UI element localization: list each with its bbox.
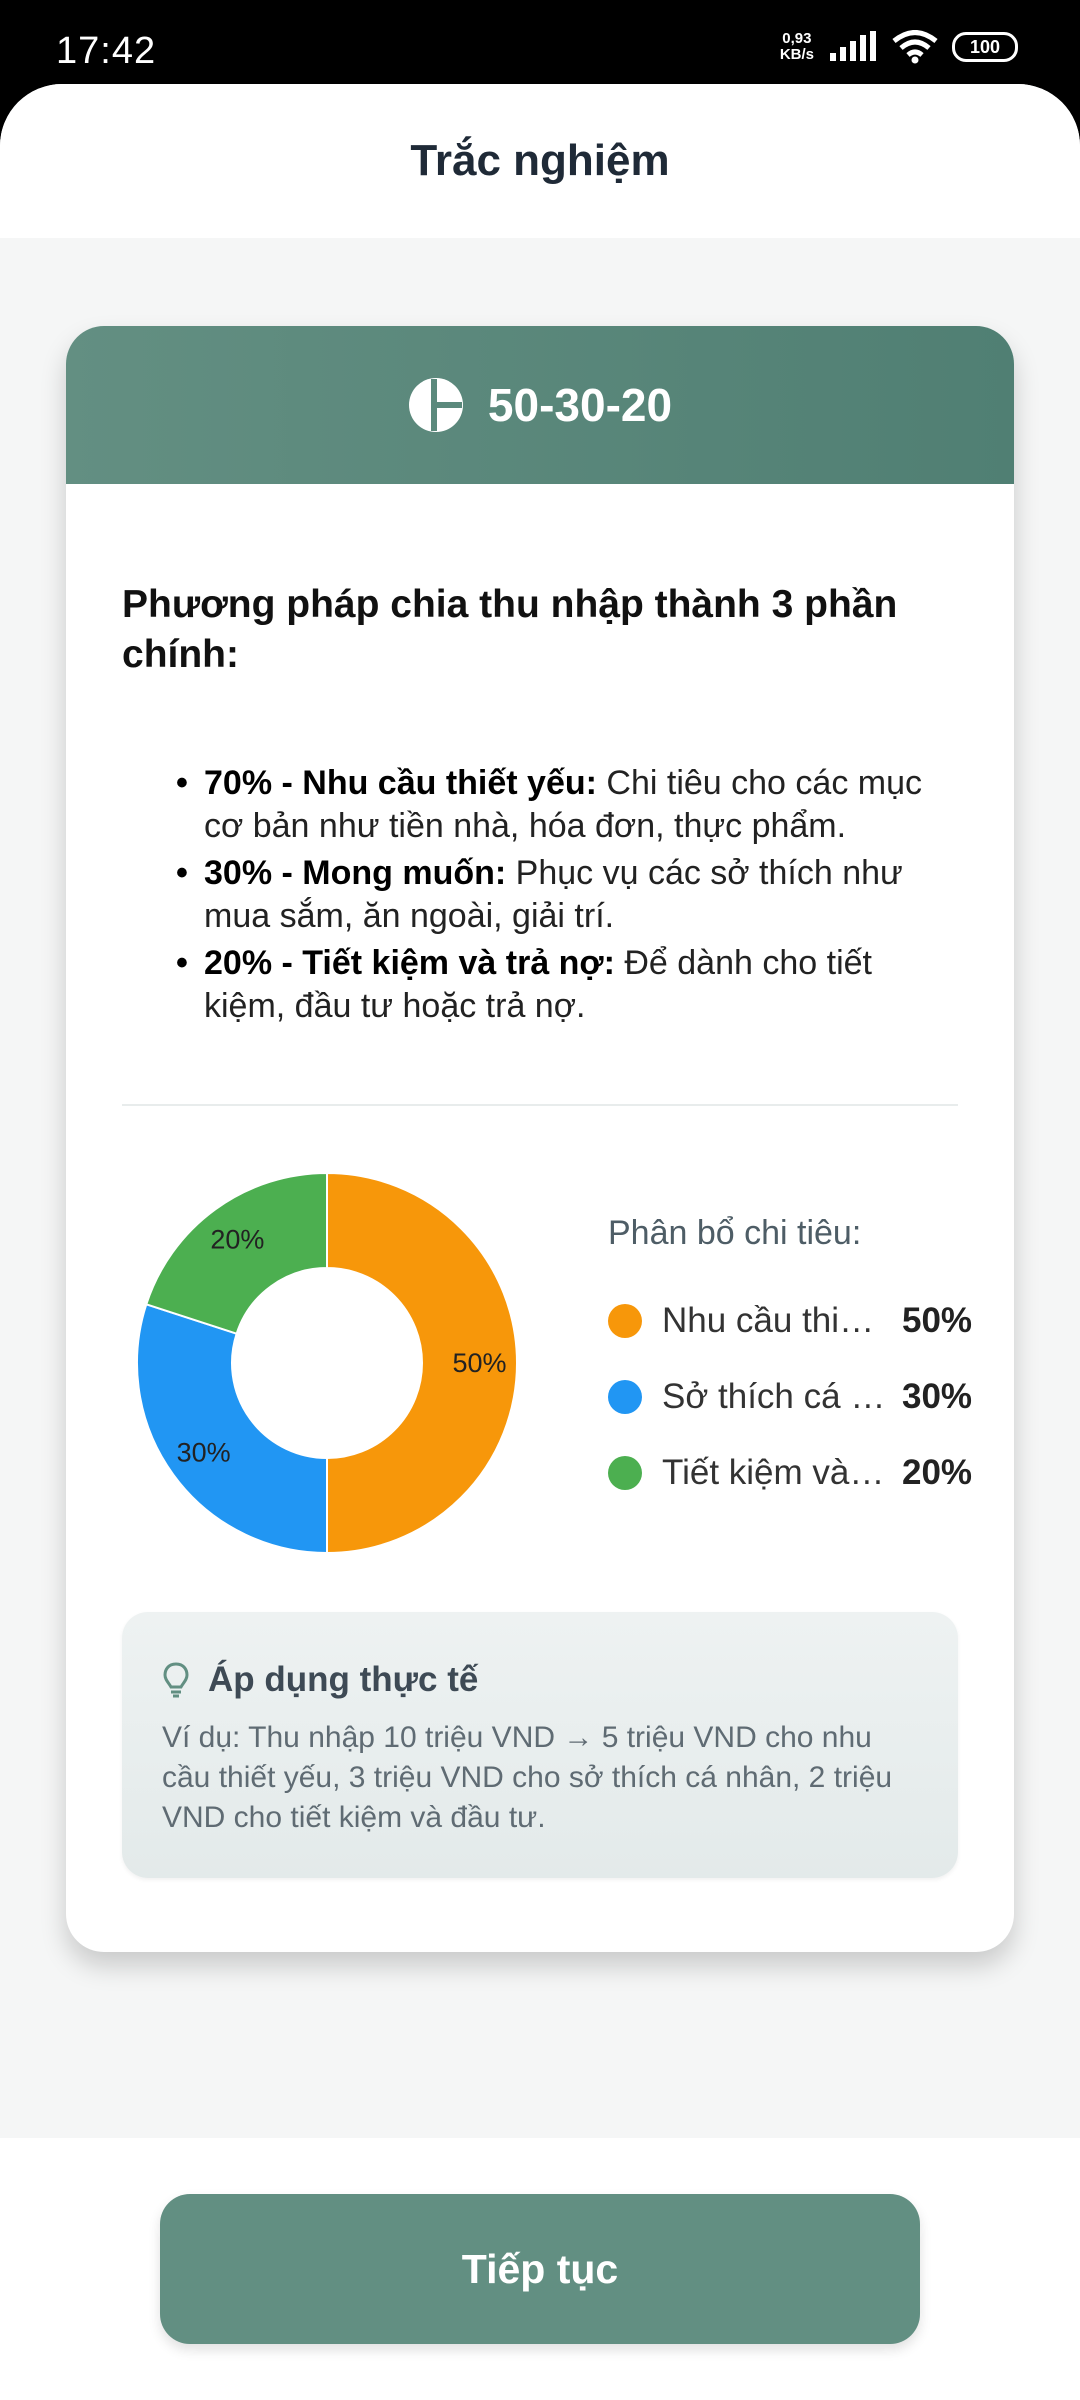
legend-value: 30% (902, 1377, 973, 1416)
top-bar: Trắc nghiệm (0, 84, 1080, 238)
pie-chart-icon (408, 378, 463, 432)
method-card: 50-30-20 Phương pháp chia thu nhập thành… (66, 326, 1014, 1952)
donut-slice (136, 1303, 328, 1555)
legend-dot (608, 1304, 642, 1338)
legend-label: Tiết kiệm và đ... (662, 1453, 890, 1492)
clock: 17:42 (56, 30, 157, 72)
list-item-heading: 30% - Mong muốn: (204, 854, 507, 892)
bottom-bar: Tiếp tục (0, 2138, 1080, 2400)
tip-title: Áp dụng thực tế (208, 1660, 479, 1699)
tip-text: Ví dụ: Thu nhập 10 triệu VND → 5 triệu V… (162, 1721, 893, 1834)
legend-dot (608, 1380, 642, 1414)
signal-icon (830, 31, 876, 61)
card-title: 50-30-20 (487, 379, 673, 431)
allocation-chart: 50% 30% 20% Phân bổ chi tiêu: Nhu cầu thiế… (122, 1106, 972, 1566)
legend-title: Phân bổ chi tiêu: (608, 1214, 862, 1252)
legend-item: Tiết kiệm và đ... 20% (608, 1435, 1014, 1511)
slice-label: 20% (210, 1225, 264, 1255)
list-item-heading: 20% - Tiết kiệm và trả nợ: (204, 944, 615, 982)
status-icons: 0,93 KB/s 100 (780, 30, 1018, 64)
quiz-sheet: Trắc nghiệm 50-30-20 Phương pháp chia th… (0, 84, 1080, 2400)
list-item: 30% - Mong muốn: Phục vụ các sở thích nh… (176, 852, 958, 938)
list-item: 70% - Nhu cầu thiết yếu: Chi tiêu cho cá… (176, 762, 958, 848)
legend-label: Sở thích cá nh... (662, 1377, 890, 1416)
network-speed: 0,93 KB/s (780, 31, 814, 63)
legend-label: Nhu cầu thiết ... (662, 1301, 890, 1340)
allocation-list: 70% - Nhu cầu thiết yếu: Chi tiêu cho cá… (176, 762, 958, 1028)
page-title: Trắc nghiệm (410, 136, 670, 185)
slice-label: 30% (177, 1438, 231, 1468)
legend-dot (608, 1456, 642, 1490)
legend-item: Sở thích cá nh... 30% (608, 1359, 1014, 1435)
network-speed-unit: KB/s (779, 46, 814, 63)
list-item-heading: 70% - Nhu cầu thiết yếu: (204, 764, 597, 802)
chart-legend: Phân bổ chi tiêu: Nhu cầu thiết ... 50% … (608, 1214, 1014, 1511)
continue-button[interactable]: Tiếp tục (160, 2194, 920, 2344)
card-header: 50-30-20 (66, 326, 1014, 484)
card-body: Phương pháp chia thu nhập thành 3 phần c… (66, 580, 1014, 1878)
slice-label: 50% (452, 1348, 506, 1378)
list-item: 20% - Tiết kiệm và trả nợ: Để dành cho t… (176, 942, 958, 1028)
tip-header: Áp dụng thực tế (162, 1660, 918, 1700)
battery-indicator: 100 (952, 32, 1018, 62)
legend-value: 20% (902, 1453, 973, 1492)
wifi-icon (892, 30, 938, 64)
donut-chart: 50% 30% 20% (136, 1171, 518, 1555)
lightbulb-icon (163, 1662, 189, 1698)
network-speed-value: 0,93 (782, 30, 812, 47)
legend-value: 50% (902, 1301, 973, 1340)
legend-item: Nhu cầu thiết ... 50% (608, 1283, 1014, 1359)
practical-tip: Áp dụng thực tế Ví dụ: Thu nhập 10 triệu… (122, 1612, 958, 1878)
method-intro: Phương pháp chia thu nhập thành 3 phần c… (122, 583, 898, 676)
